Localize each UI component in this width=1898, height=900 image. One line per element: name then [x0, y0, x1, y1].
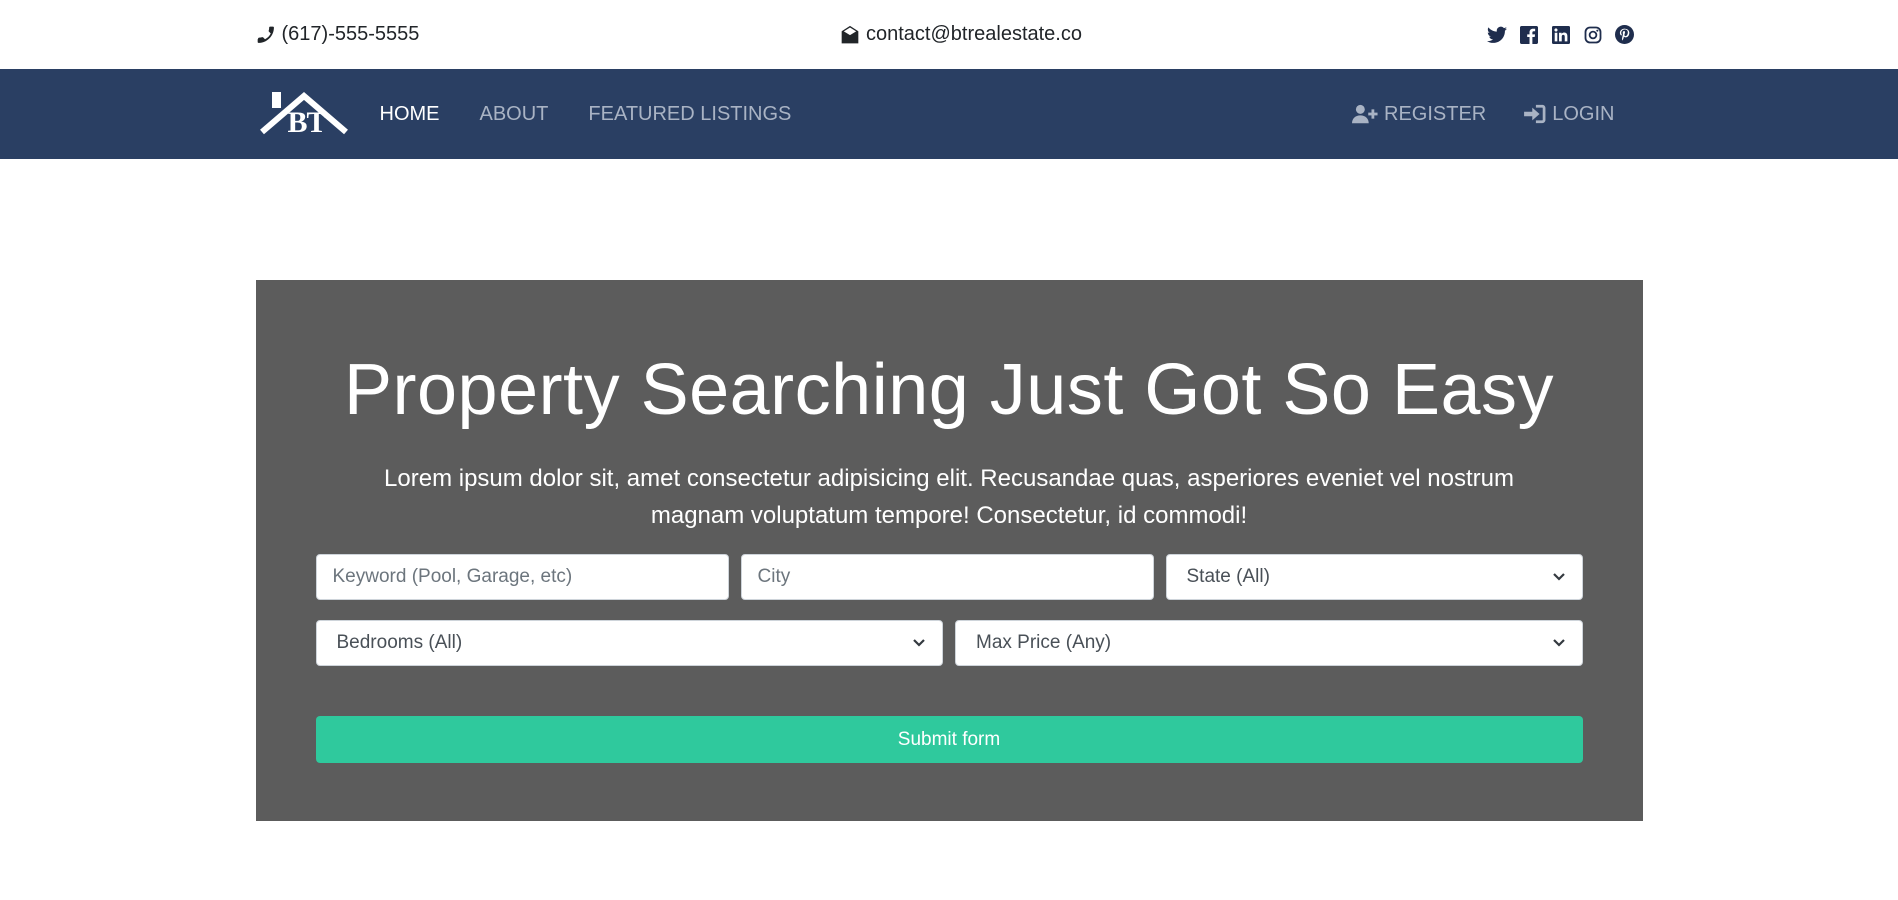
search-row-2: Bedrooms (All) Max Price (Any): [315, 620, 1583, 666]
phone-icon: [257, 26, 274, 43]
email-address[interactable]: contact@btrealestate.co: [866, 23, 1082, 46]
top-contact-bar: (617)-555-5555 contact@btrealestate.co: [0, 0, 1898, 69]
search-row-1: State (All): [315, 554, 1583, 600]
bedrooms-select[interactable]: Bedrooms (All): [315, 620, 943, 666]
user-plus-icon: [1352, 104, 1378, 124]
linkedin-icon[interactable]: [1551, 25, 1571, 45]
sign-in-icon: [1524, 104, 1546, 124]
hero-title: Property Searching Just Got So Easy: [343, 350, 1555, 430]
nav-login[interactable]: LOGIN: [1524, 102, 1615, 126]
max-price-select[interactable]: Max Price (Any): [955, 620, 1583, 666]
nav-register[interactable]: REGISTER: [1352, 103, 1486, 126]
email-contact: contact@btrealestate.co: [616, 23, 1307, 46]
hero-search-section: Property Searching Just Got So Easy Lore…: [255, 280, 1643, 821]
main-navbar: BT HOME ABOUT FEATURED LISTINGS REGISTER: [0, 69, 1898, 159]
logo-text: BT: [287, 106, 327, 139]
nav-about[interactable]: ABOUT: [480, 103, 549, 126]
nav-home[interactable]: HOME: [380, 103, 440, 126]
city-input[interactable]: [740, 554, 1154, 600]
state-select-value: State (All): [1186, 566, 1270, 587]
twitter-icon[interactable]: [1486, 25, 1507, 45]
social-links: [1486, 25, 1643, 45]
login-label: LOGIN: [1552, 102, 1615, 125]
nav-featured-listings[interactable]: FEATURED LISTINGS: [588, 103, 791, 126]
nav-auth-links: REGISTER LOGIN: [1314, 103, 1643, 126]
submit-button[interactable]: Submit form: [315, 716, 1583, 763]
brand-logo[interactable]: BT: [258, 86, 350, 142]
bedrooms-select-value: Bedrooms (All): [336, 632, 463, 653]
facebook-icon[interactable]: [1519, 25, 1539, 45]
max-price-select-value: Max Price (Any): [976, 632, 1112, 653]
chevron-down-icon: [1552, 573, 1565, 581]
pinterest-icon[interactable]: [1615, 25, 1635, 45]
state-select[interactable]: State (All): [1165, 554, 1583, 600]
chevron-down-icon: [1552, 639, 1565, 647]
register-label: REGISTER: [1384, 102, 1487, 125]
phone-contact: (617)-555-5555: [256, 23, 616, 46]
chevron-down-icon: [913, 639, 925, 647]
instagram-icon[interactable]: [1583, 25, 1603, 45]
keyword-input[interactable]: [315, 554, 729, 600]
phone-number: (617)-555-5555: [281, 23, 420, 45]
envelope-open-icon: [841, 25, 859, 43]
hero-lead: Lorem ipsum dolor sit, amet consectetur …: [384, 465, 1514, 529]
